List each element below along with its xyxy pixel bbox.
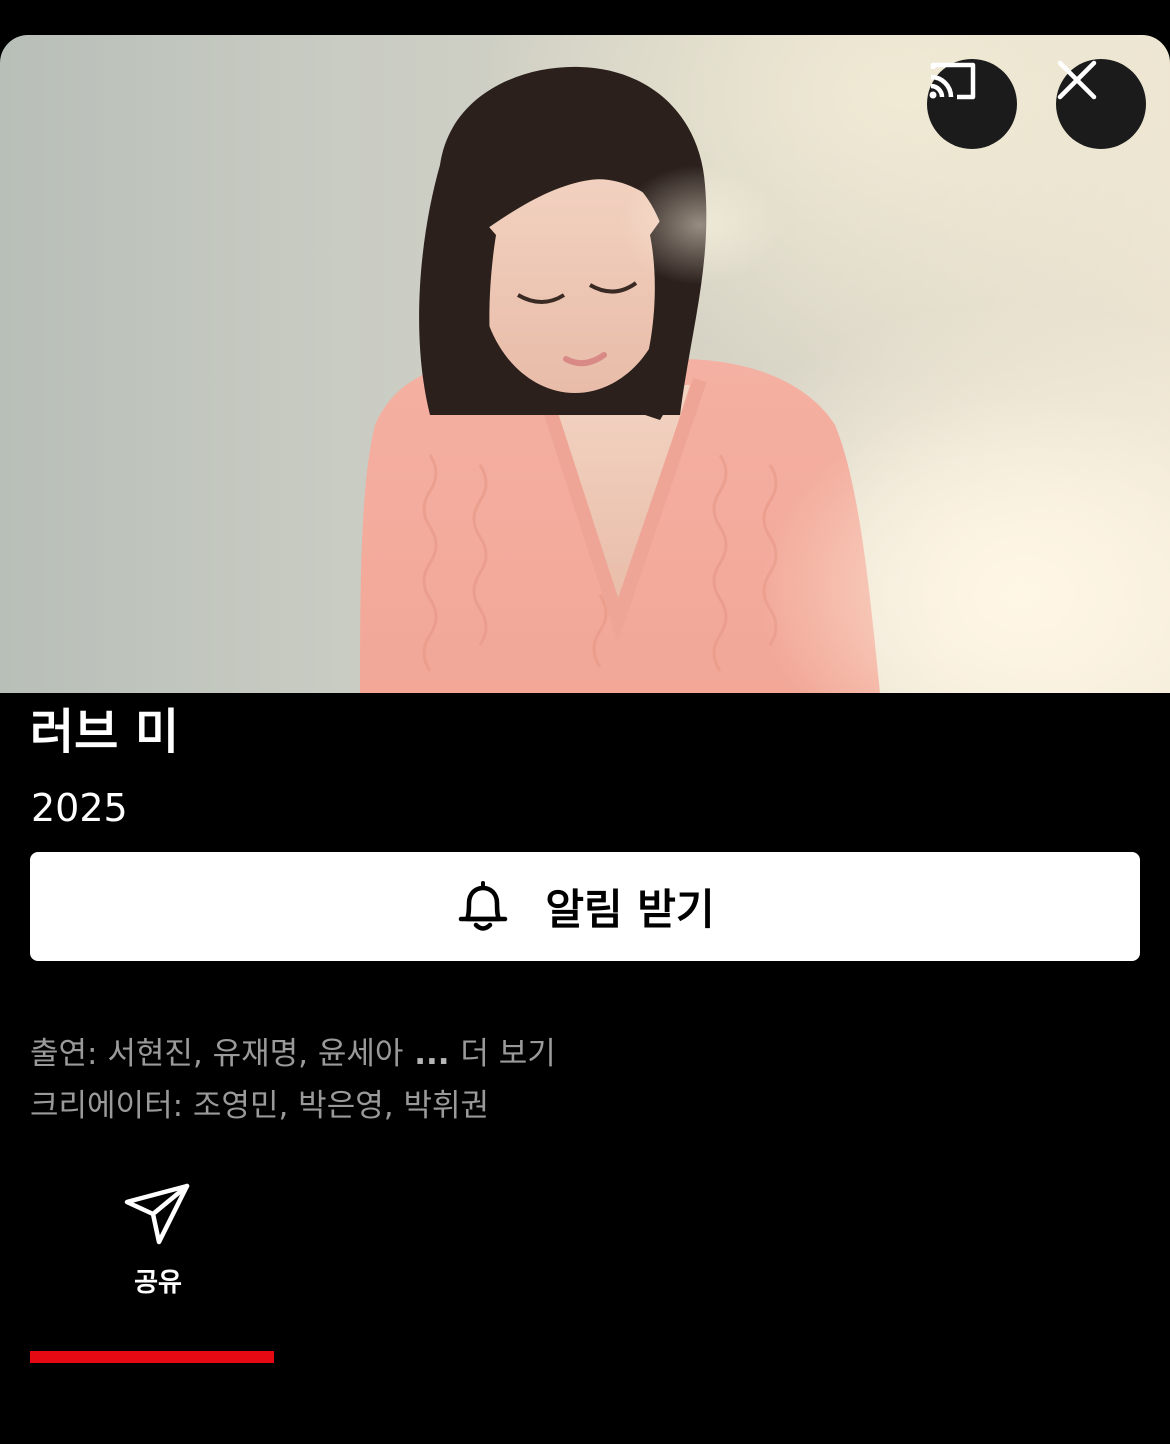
share-label: 공유 xyxy=(134,1268,182,1298)
creator-names: 조영민, 박은영, 박휘권 xyxy=(192,1088,490,1124)
cast-ellipsis: ... xyxy=(403,1036,461,1072)
release-year: 2025 xyxy=(31,786,128,830)
close-icon xyxy=(1057,60,1097,100)
share-button[interactable]: 공유 xyxy=(98,1182,218,1302)
cast-prefix: 출연: xyxy=(30,1036,108,1072)
remind-me-label: 알림 받기 xyxy=(545,885,715,934)
cast-names: 서현진, 유재명, 윤세아 xyxy=(107,1036,404,1072)
tab-label-partial[interactable] xyxy=(30,1396,260,1416)
cast-credits: 출연: 서현진, 유재명, 윤세아 ... 더 보기 xyxy=(30,1032,556,1076)
creator-prefix: 크리에이터: xyxy=(30,1088,193,1124)
creator-credits: 크리에이터: 조영민, 박은영, 박휘권 xyxy=(30,1084,489,1128)
active-tab-indicator xyxy=(30,1351,274,1363)
remind-me-button[interactable]: 알림 받기 xyxy=(30,852,1140,961)
more-cast-link[interactable]: 더 보기 xyxy=(460,1036,555,1072)
bell-icon xyxy=(459,880,508,931)
send-icon xyxy=(124,1183,190,1245)
cast-icon xyxy=(929,62,976,100)
hero-artwork xyxy=(0,35,1170,693)
close-button[interactable] xyxy=(1056,59,1146,149)
show-title: 러브 미 xyxy=(30,704,180,760)
cast-button[interactable] xyxy=(927,59,1017,149)
